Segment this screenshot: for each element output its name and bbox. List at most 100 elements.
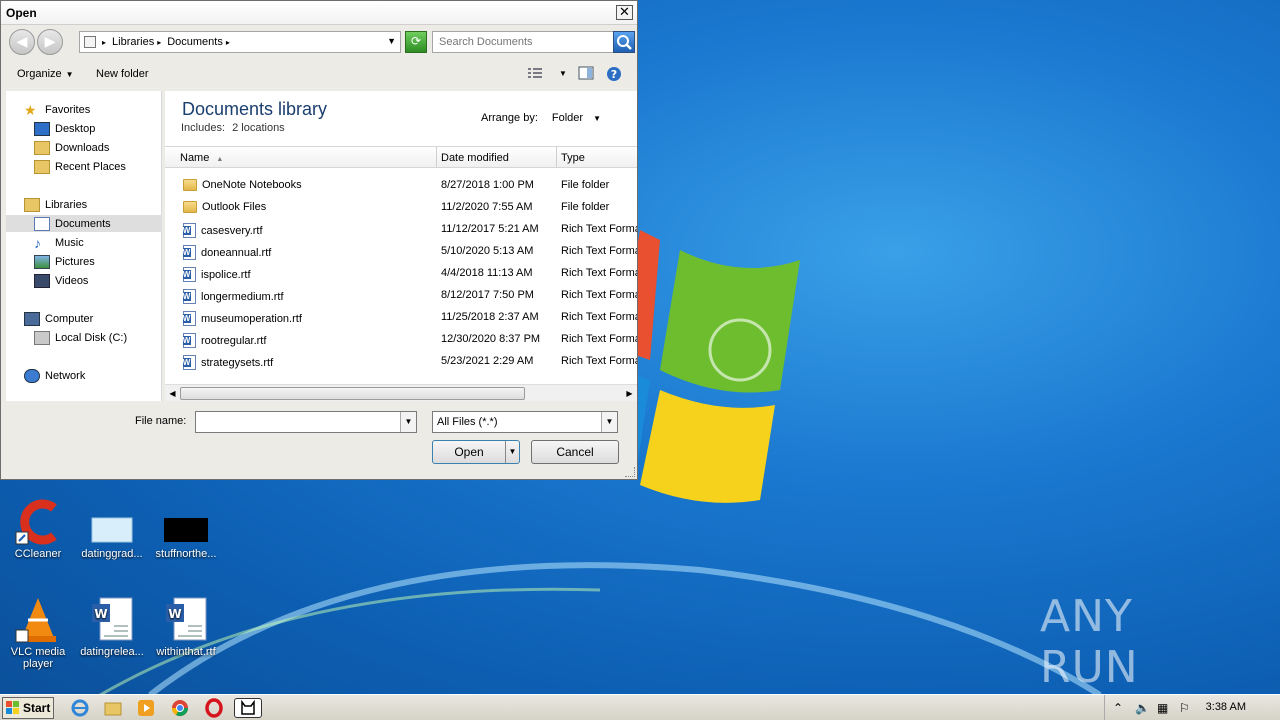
search-button[interactable] [613,31,635,53]
scroll-left-arrow-icon[interactable]: ◀ [166,387,179,400]
pictures-icon [34,254,50,269]
column-divider[interactable] [436,147,437,167]
file-row[interactable]: rootregular.rtf 12/30/2020 8:37 PM Rich Te… [165,329,637,351]
forward-button[interactable]: ▶ [37,29,63,55]
file-name-cell: museumoperation.rtf [183,311,433,326]
horizontal-scrollbar[interactable]: ◀ ▶ [165,384,637,401]
desktop-icon-stuffnorthe[interactable]: stuffnorthe... [148,498,224,560]
includes-locations-link[interactable]: 2 locations [232,122,285,134]
nav-recent-places[interactable]: Recent Places [6,158,162,175]
column-headers: Name ▲ Date modified Type [165,146,637,168]
file-name-text: casesvery.rtf [201,224,263,237]
file-name-text: rootregular.rtf [201,334,267,347]
folder-icon [183,201,197,213]
open-button[interactable]: Open ▼ [432,440,520,464]
resize-grip[interactable] [625,467,635,477]
filter-dropdown-button[interactable]: ▼ [601,412,617,432]
file-type-cell: File folder [561,201,610,213]
file-explorer-icon[interactable] [103,698,123,718]
column-header-type[interactable]: Type [561,152,585,164]
file-row[interactable]: museumoperation.rtf 11/25/2018 2:37 AM Ric… [165,307,637,329]
file-row[interactable]: ispolice.rtf 4/4/2018 11:13 AM Rich Text F… [165,263,637,285]
volume-icon[interactable]: 🔈 [1135,701,1150,715]
desktop-icon-vlc[interactable]: VLC media player [0,596,76,670]
nav-libraries[interactable]: Libraries [6,196,162,213]
back-button[interactable]: ◀ [9,29,35,55]
file-row[interactable]: casesvery.rtf 11/12/2017 5:21 AM Rich Text… [165,219,637,241]
file-name-input[interactable] [196,412,396,432]
column-header-name[interactable]: Name ▲ [180,152,223,164]
desktop-icon-withinthat[interactable]: W withinthat.rtf [148,596,224,658]
file-type-cell: Rich Text Format [561,223,637,235]
close-button[interactable]: ✕ [616,5,633,20]
chrome-icon[interactable] [170,698,190,718]
new-folder-button[interactable]: New folder [96,68,149,80]
refresh-button[interactable]: ⟳ [405,31,427,53]
nav-favorites[interactable]: ★ Favorites [6,101,162,118]
chevron-right-icon[interactable]: ▸ [102,38,106,47]
nav-documents[interactable]: Documents [6,215,162,232]
desktop-icon-datinggrad[interactable]: datinggrad... [74,498,150,560]
internet-explorer-icon[interactable] [70,698,90,718]
preview-pane-button[interactable] [578,66,594,80]
nav-pictures[interactable]: Pictures [6,253,162,270]
search-icon [617,35,632,50]
open-options-dropdown[interactable]: ▼ [505,441,519,463]
nav-desktop[interactable]: Desktop [6,120,162,137]
column-label: Name [180,152,210,164]
view-options-button[interactable]: ▼ [527,66,567,80]
word-doc-icon: W [88,596,136,644]
breadcrumb-libraries[interactable]: Libraries ▸ [112,36,161,48]
file-type-cell: Rich Text Format [561,311,637,323]
network-icon [24,368,40,383]
scrollbar-thumb[interactable] [180,387,525,400]
nav-videos[interactable]: Videos [6,272,162,289]
help-button[interactable]: ? [606,66,622,82]
scroll-right-arrow-icon[interactable]: ▶ [623,387,636,400]
dialog-titlebar[interactable]: Open ✕ [1,1,637,25]
file-row[interactable]: OneNote Notebooks 8/27/2018 1:00 PM File f… [165,175,637,197]
file-name-combobox[interactable]: ▼ [195,411,417,433]
word-document-icon [183,333,196,348]
start-button[interactable]: Start [2,697,54,719]
chevron-right-icon: ▸ [225,37,230,47]
organize-button[interactable]: Organize ▼ [17,68,74,80]
media-player-icon[interactable] [136,698,156,718]
show-hidden-icons-icon[interactable]: ⌃ [1113,701,1123,715]
nav-network[interactable]: Network [6,367,162,384]
file-name-label: File name: [135,415,187,427]
file-row[interactable]: strategysets.rtf 5/23/2021 2:29 AM Rich Te… [165,351,637,373]
open-dialog: Open ✕ ◀ ▶ ▸ Libraries▸ Documents▸ ▼ ⟳ O… [0,0,638,480]
desktop-icon-ccleaner[interactable]: CCleaner [0,498,76,560]
nav-music[interactable]: ♪ Music [6,234,162,251]
nav-downloads[interactable]: Downloads [6,139,162,156]
cancel-button[interactable]: Cancel [531,440,619,464]
help-icon: ? [607,67,621,81]
desktop-icon-label: withinthat.rtf [156,646,216,658]
windows-flag-icon [6,701,19,714]
address-bar[interactable]: ▸ Libraries ▸ Documents ▸ ▼ [79,31,401,53]
search-input[interactable] [432,31,614,53]
file-row[interactable]: Outlook Files 11/2/2020 7:55 AM File folde… [165,197,637,219]
address-dropdown-button[interactable]: ▼ [387,36,396,46]
column-header-date[interactable]: Date modified [441,152,509,164]
nav-computer[interactable]: Computer [6,310,162,327]
network-status-icon[interactable]: ▦ [1157,701,1168,715]
taskbar-clock[interactable]: 3:38 AM [1206,701,1246,713]
desktop-icon-datingrelea[interactable]: W datingrelea... [74,596,150,658]
file-type-filter[interactable]: All Files (*.*) ▼ [432,411,618,433]
file-row[interactable]: doneannual.rtf 5/10/2020 5:13 AM Rich Text… [165,241,637,263]
action-center-flag-icon[interactable]: ⚐ [1179,701,1190,715]
file-type-cell: Rich Text Format [561,289,637,301]
nav-label: Libraries [45,198,88,211]
file-row[interactable]: longermedium.rtf 8/12/2017 7:50 PM Rich Te… [165,285,637,307]
breadcrumb-documents[interactable]: Documents ▸ [167,36,230,48]
active-app-icon[interactable] [234,698,262,718]
opera-icon[interactable] [204,698,224,718]
arrange-label: Arrange by: [481,112,538,124]
column-divider[interactable] [556,147,557,167]
file-name-dropdown-button[interactable]: ▼ [400,412,416,432]
system-tray: ⌃ 🔈 ▦ ⚐ 3:38 AM [1104,695,1280,720]
arrange-by-dropdown[interactable]: Folder ▼ [552,112,601,124]
nav-local-disk[interactable]: Local Disk (C:) [6,329,162,346]
